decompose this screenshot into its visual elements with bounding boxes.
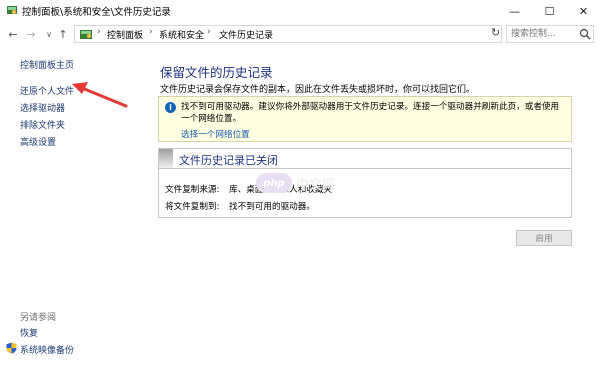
nav-recovery[interactable]: 恢复 [20, 326, 38, 339]
minimize-button[interactable]: — [498, 0, 531, 22]
page-description: 文件历史记录会保存文件的副本，因此在文件丢失或损坏时，你可以找回它们。 [160, 85, 476, 95]
copy-to-label: 将文件复制到: [165, 202, 220, 212]
recent-locations-button[interactable]: ∨ [42, 26, 56, 42]
warning-banner: i 找不到可用驱动器。建议你将外部驱动器用于文件历史记录。连接一个驱动器并刷新此… [158, 96, 572, 142]
breadcrumb-file-history[interactable]: 文件历史记录 [219, 28, 273, 41]
nav-exclude-folders[interactable]: 排除文件夹 [20, 118, 65, 131]
back-button[interactable]: ← [6, 26, 20, 42]
control-panel-icon [7, 6, 17, 14]
control-panel-folder-icon [80, 30, 92, 39]
status-panel: 文件历史记录已关闭 文件复制来源: 库、桌面、联系人和收藏夹 将文件复制到: 找… [158, 148, 572, 218]
watermark-badge: php [256, 173, 292, 193]
nav-system-image-backup[interactable]: 系统映像备份 [20, 343, 74, 356]
status-panel-header: 文件历史记录已关闭 [159, 149, 571, 169]
close-button[interactable]: ✕ [567, 0, 600, 22]
warning-text: 找不到可用驱动器。建议你将外部驱动器用于文件历史记录。连接一个驱动器并刷新此页，… [181, 102, 560, 124]
breadcrumb-separator[interactable]: › [149, 27, 153, 37]
info-icon: i [165, 102, 176, 113]
breadcrumb-system-security[interactable]: 系统和安全 [159, 28, 204, 41]
nav-control-panel-home[interactable]: 控制面板主页 [20, 58, 74, 71]
forward-button[interactable]: → [24, 26, 38, 42]
search-box[interactable] [506, 25, 594, 43]
enable-button[interactable]: 启用 [516, 230, 572, 246]
nav-restore-personal-files[interactable]: 还原个人文件 [20, 84, 74, 97]
copy-from-label: 文件复制来源: [165, 185, 220, 195]
address-row: ← → ∨ ↑ › 控制面板 › 系统和安全 › 文件历史记录 ∨ ↻ [0, 22, 600, 46]
up-button[interactable]: ↑ [56, 26, 70, 42]
maximize-button[interactable]: ☐ [533, 0, 566, 22]
breadcrumb-separator: › [97, 27, 101, 37]
window-title: 控制面板\系统和安全\文件历史记录 [22, 7, 171, 18]
search-icon[interactable] [579, 28, 591, 40]
breadcrumb-separator[interactable]: › [207, 27, 211, 37]
address-bar[interactable]: › 控制面板 › 系统和安全 › 文件历史记录 ∨ [74, 25, 558, 43]
breadcrumb-control-panel[interactable]: 控制面板 [107, 28, 143, 41]
select-network-location-link[interactable]: 选择一个网络位置 [181, 128, 250, 140]
watermark-text: 中文网 [296, 178, 336, 193]
title-bar: 控制面板\系统和安全\文件历史记录 — ☐ ✕ [0, 0, 600, 22]
copy-to-value: 找不到可用的驱动器。 [229, 202, 315, 212]
status-indicator [159, 149, 173, 168]
status-title: 文件历史记录已关闭 [179, 154, 278, 167]
see-also-heading: 另请参阅 [20, 313, 57, 323]
red-arrow-annotation [72, 82, 128, 108]
search-input[interactable] [511, 27, 577, 41]
page-title: 保留文件的历史记录 [160, 65, 273, 80]
nav-select-drive[interactable]: 选择驱动器 [20, 101, 65, 114]
shield-icon [6, 342, 17, 354]
refresh-icon[interactable]: ↻ [491, 26, 500, 39]
watermark: php 中文网 [256, 172, 348, 194]
nav-advanced-settings[interactable]: 高级设置 [20, 135, 56, 148]
